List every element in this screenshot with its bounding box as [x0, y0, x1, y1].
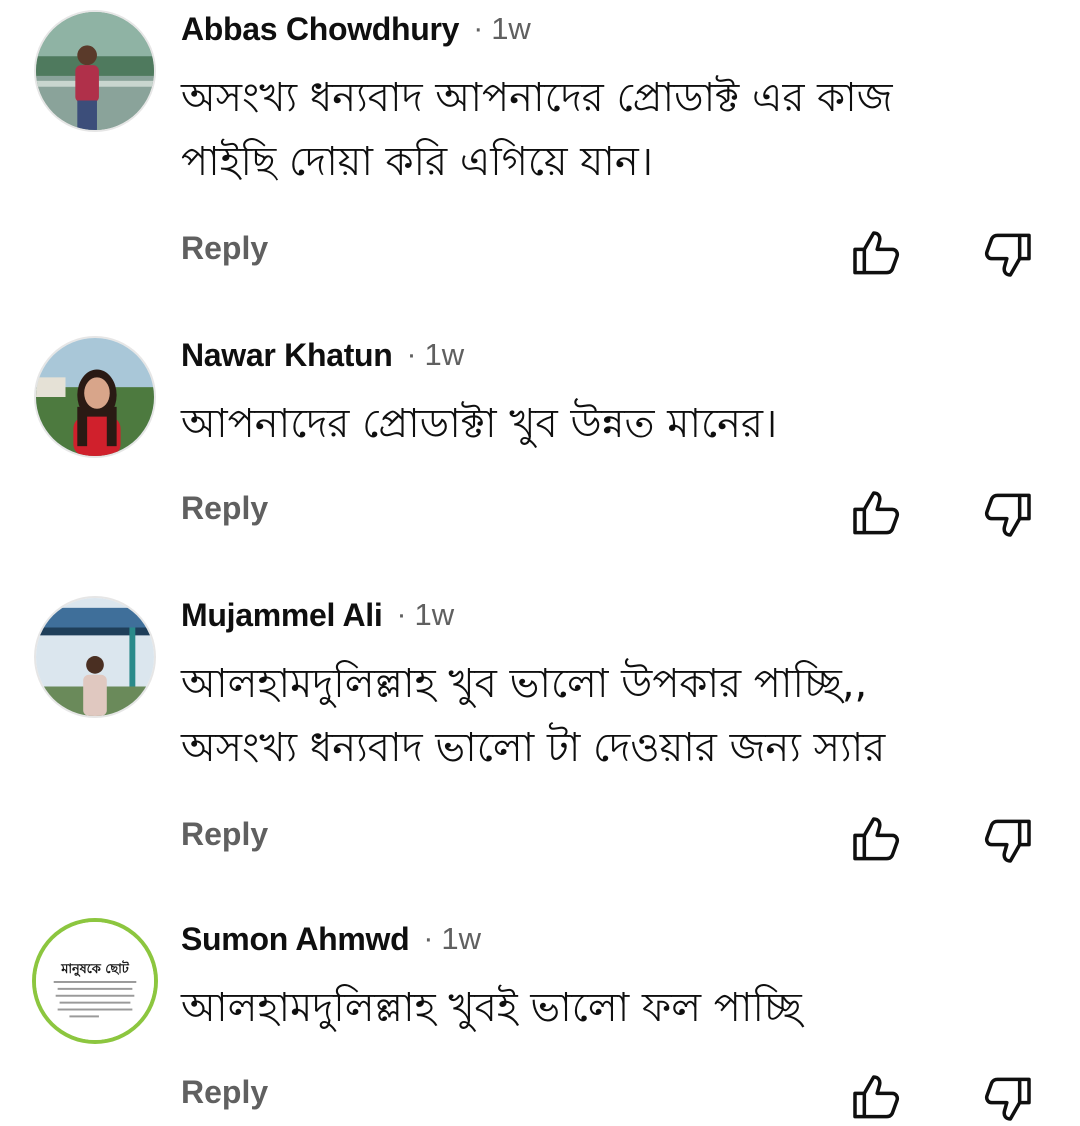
- comment-text-line: অসংখ্য ধন্যবাদ আপনাদের প্রোডাক্ট এর কাজ: [181, 75, 893, 121]
- comment-header: Sumon Ahmwd · 1w: [181, 914, 481, 964]
- comment-text-line: অসংখ্য ধন্যবাদ ভালো টা দেওয়ার জন্য স্যা…: [181, 725, 886, 771]
- comment-text-line: আপনাদের প্রোডাক্টা খুব উন্নত মানের।: [181, 401, 778, 447]
- avatar-photo: [36, 338, 154, 456]
- avatar[interactable]: [36, 338, 154, 456]
- author-name[interactable]: Sumon Ahmwd: [181, 921, 410, 958]
- separator-dot: ·: [406, 338, 417, 371]
- thumbs-up-icon[interactable]: [848, 812, 904, 868]
- reply-button[interactable]: Reply: [181, 1074, 268, 1111]
- avatar-text: মানুষকে ছোট: [60, 960, 130, 978]
- thumbs-up-icon[interactable]: [848, 1070, 904, 1126]
- separator-dot: ·: [423, 922, 434, 955]
- thumbs-down-icon[interactable]: [980, 812, 1036, 868]
- comment-header: Nawar Khatun · 1w: [181, 330, 464, 380]
- avatar[interactable]: [36, 12, 154, 130]
- thumbs-down-icon[interactable]: [980, 486, 1036, 542]
- separator-dot: ·: [473, 12, 484, 45]
- timestamp[interactable]: 1w: [414, 597, 454, 633]
- thumbs-down-icon[interactable]: [980, 226, 1036, 282]
- comment-header: Mujammel Ali · 1w: [181, 590, 454, 640]
- timestamp[interactable]: 1w: [425, 337, 465, 373]
- reply-button[interactable]: Reply: [181, 490, 268, 527]
- thumbs-up-icon[interactable]: [848, 226, 904, 282]
- author-name[interactable]: Nawar Khatun: [181, 337, 393, 374]
- avatar-photo: মানুষকে ছোট: [36, 922, 154, 1040]
- comment-text-line: আলহামদুলিল্লাহ খুবই ভালো ফল পাচ্ছি: [181, 985, 802, 1031]
- comment-header: Abbas Chowdhury · 1w: [181, 4, 531, 54]
- avatar-photo: [36, 12, 154, 130]
- reply-button[interactable]: Reply: [181, 816, 268, 853]
- comment-text: আপনাদের প্রোডাক্টা খুব উন্নত মানের।: [181, 392, 1051, 456]
- thumbs-up-icon[interactable]: [848, 486, 904, 542]
- reply-button[interactable]: Reply: [181, 230, 268, 267]
- timestamp[interactable]: 1w: [441, 921, 481, 957]
- avatar-photo: [36, 598, 154, 716]
- timestamp[interactable]: 1w: [491, 11, 531, 47]
- separator-dot: ·: [396, 598, 407, 631]
- comment-text: আলহামদুলিল্লাহ খুবই ভালো ফল পাচ্ছি: [181, 976, 1051, 1040]
- author-name[interactable]: Abbas Chowdhury: [181, 11, 459, 48]
- comment-text: আলহামদুলিল্লাহ খুব ভালো উপকার পাচ্ছি,, অ…: [181, 652, 1051, 780]
- comment-text-line: পাইছি দোয়া করি এগিয়ে যান।: [181, 139, 654, 185]
- avatar[interactable]: মানুষকে ছোট: [36, 922, 154, 1040]
- comment-text: অসংখ্য ধন্যবাদ আপনাদের প্রোডাক্ট এর কাজ …: [181, 66, 1051, 194]
- thumbs-down-icon[interactable]: [980, 1070, 1036, 1126]
- author-name[interactable]: Mujammel Ali: [181, 597, 383, 634]
- avatar[interactable]: [36, 598, 154, 716]
- comment-text-line: আলহামদুলিল্লাহ খুব ভালো উপকার পাচ্ছি,,: [181, 661, 868, 707]
